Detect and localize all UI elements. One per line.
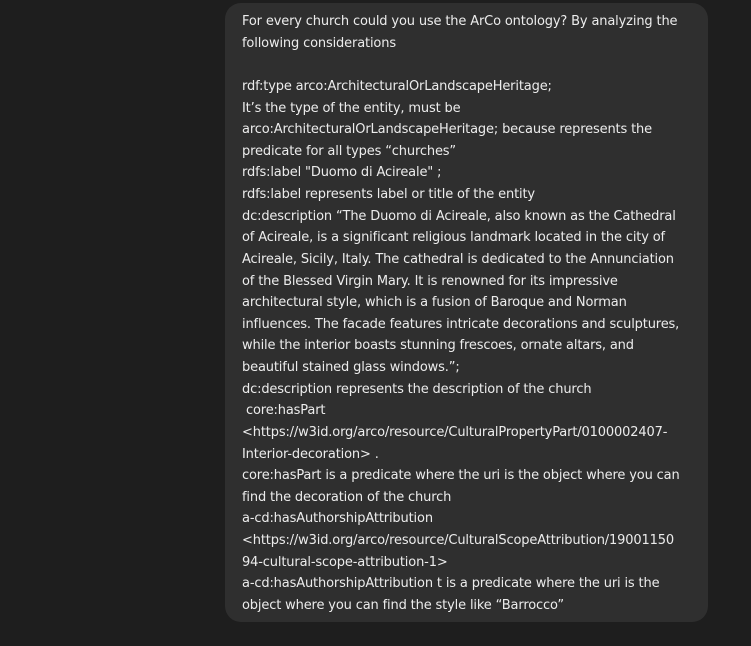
message-line: of the Blessed Virgin Mary. It is renown… <box>242 273 618 289</box>
message-line: object where you can find the style like… <box>242 597 564 613</box>
message-line: influences. The facade features intricat… <box>242 316 680 332</box>
message-line: of Acireale, is a significant religious … <box>242 230 665 246</box>
chat-area: For every church could you use the ArCo … <box>0 0 751 646</box>
message-line: rdfs:label represents label or title of … <box>242 187 535 202</box>
message-line: beautiful stained glass windows.”; <box>242 360 460 375</box>
message-line: following considerations <box>242 35 396 51</box>
message-line: dc:description represents the descriptio… <box>242 381 592 397</box>
message-line: <https://w3id.org/arco/resource/Cultural… <box>242 424 668 440</box>
message-line: Interior-decoration> . <box>242 446 379 462</box>
message-line: predicate for all types “churches” <box>242 143 457 159</box>
message-line: find the decoration of the church <box>242 489 452 505</box>
message-line: rdf:type arco:ArchitecturalOrLandscapeHe… <box>242 78 552 94</box>
message-line: core:hasPart <box>242 403 326 419</box>
message-line: It’s the type of the entity, must be <box>242 100 461 116</box>
message-line: arco:ArchitecturalOrLandscapeHeritage; b… <box>242 122 652 138</box>
message-line: a-cd:hasAuthorshipAttribution t is a pre… <box>242 576 660 592</box>
message-line <box>242 54 692 76</box>
message-line: Acireale, Sicily, Italy. The cathedral i… <box>242 251 674 267</box>
message-line: while the interior boasts stunning fresc… <box>242 338 634 354</box>
message-line: architectural style, which is a fusion o… <box>242 295 627 311</box>
user-message-bubble: For every church could you use the ArCo … <box>225 3 708 622</box>
message-line: rdfs:label "Duomo di Acireale" ; <box>242 165 442 181</box>
message-line: <https://w3id.org/arco/resource/Cultural… <box>242 533 675 548</box>
message-line: For every church could you use the ArCo … <box>242 14 678 29</box>
user-message-text: For every church could you use the ArCo … <box>242 11 692 617</box>
message-line: core:hasPart is a predicate where the ur… <box>242 468 680 484</box>
message-line: dc:description “The Duomo di Acireale, a… <box>242 208 676 224</box>
message-line: a-cd:hasAuthorshipAttribution <box>242 511 433 527</box>
message-line: 94-cultural-scope-attribution-1> <box>242 554 448 570</box>
